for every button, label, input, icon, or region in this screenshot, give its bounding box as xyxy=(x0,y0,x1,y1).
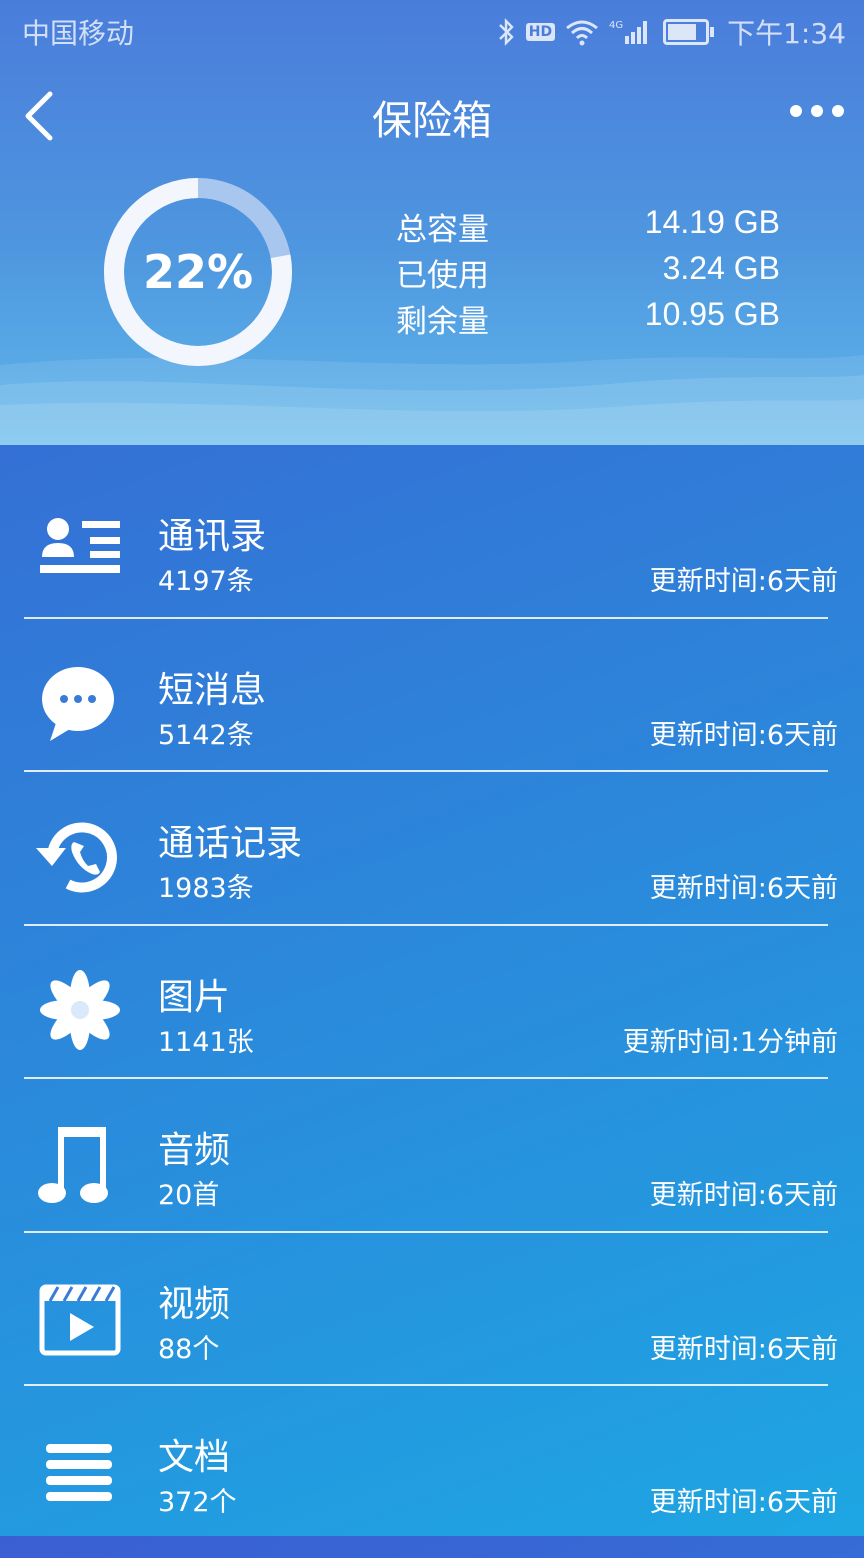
document-icon xyxy=(46,1444,112,1501)
stat-value: 14.19 GB xyxy=(644,204,780,240)
list-item-contacts[interactable]: 通讯录 4197条 更新时间:6天前 xyxy=(0,483,864,637)
list-item-videos[interactable]: 视频 88个 更新时间:6天前 xyxy=(0,1251,864,1405)
more-dot xyxy=(790,105,802,117)
divider xyxy=(24,1384,828,1386)
contacts-icon xyxy=(40,518,120,573)
status-bar: 中国移动 HD 4G 下午1:34 xyxy=(0,0,864,60)
network-type-label: 4G xyxy=(609,20,623,31)
more-dot xyxy=(811,105,823,117)
item-count: 372个 xyxy=(158,1487,237,1518)
item-title: 文档 xyxy=(158,1437,231,1478)
item-count: 88个 xyxy=(158,1333,220,1365)
item-count: 5142条 xyxy=(158,719,254,751)
bluetooth-icon xyxy=(498,18,514,46)
stat-label: 剩余量 xyxy=(396,304,489,340)
flower-icon xyxy=(40,969,120,1050)
divider xyxy=(24,770,828,772)
stat-label: 总容量 xyxy=(396,212,489,248)
item-updated: 更新时间:6天前 xyxy=(649,873,838,904)
more-dot xyxy=(832,105,844,117)
divider xyxy=(24,923,828,926)
item-updated: 更新时间:1分钟前 xyxy=(622,1026,838,1058)
video-icon xyxy=(39,1284,121,1355)
item-title: 短消息 xyxy=(158,669,267,711)
stat-label: 已使用 xyxy=(396,258,489,294)
stat-value: 3.24 GB xyxy=(662,250,780,286)
stat-used: 已使用 3.24 GB xyxy=(396,250,786,296)
header-area: 中国移动 HD 4G 下午1:34 保险箱 22% 总容量 14.19 GB 已… xyxy=(0,0,864,445)
storage-ring: 22% xyxy=(102,176,294,368)
divider xyxy=(24,1230,828,1233)
item-updated: 更新时间:6天前 xyxy=(649,1487,838,1518)
carrier-name: 中国移动 xyxy=(22,17,135,50)
music-note-icon xyxy=(38,1127,108,1203)
battery-icon xyxy=(663,19,715,45)
item-updated: 更新时间:6天前 xyxy=(649,719,838,751)
list-item-photos[interactable]: 图片 1141张 更新时间:1分钟前 xyxy=(0,944,864,1098)
divider xyxy=(24,616,828,619)
stat-total: 总容量 14.19 GB xyxy=(396,204,786,250)
list-item-documents[interactable]: 文档 372个 更新时间:6天前 xyxy=(0,1404,864,1558)
message-icon xyxy=(42,666,114,741)
item-title: 音频 xyxy=(158,1130,231,1171)
item-count: 4197条 xyxy=(158,566,254,597)
status-icons: HD 4G 下午1:34 xyxy=(496,12,846,52)
item-title: 视频 xyxy=(158,1283,231,1325)
call-history-icon xyxy=(36,822,117,893)
item-updated: 更新时间:6天前 xyxy=(649,1333,838,1365)
page-title: 保险箱 xyxy=(372,98,492,144)
stat-remaining: 剩余量 10.95 GB xyxy=(396,296,786,342)
hd-icon: HD xyxy=(525,23,556,41)
divider xyxy=(24,1077,828,1079)
more-button[interactable] xyxy=(790,96,844,126)
top-nav: 保险箱 xyxy=(0,80,864,150)
list-item-messages[interactable]: 短消息 5142条 更新时间:6天前 xyxy=(0,637,864,791)
item-title: 通话记录 xyxy=(158,823,303,864)
backup-category-list: 通讯录 4197条 更新时间:6天前 短消息 5142条 更新时间:6天前 通话… xyxy=(0,483,864,1558)
list-item-audio[interactable]: 音频 20首 更新时间:6天前 xyxy=(0,1097,864,1251)
item-updated: 更新时间:6天前 xyxy=(649,1180,838,1211)
stat-value: 10.95 GB xyxy=(644,296,780,332)
item-title: 图片 xyxy=(158,976,231,1018)
item-count: 20首 xyxy=(158,1180,220,1211)
wifi-icon xyxy=(566,20,599,46)
item-updated: 更新时间:6天前 xyxy=(649,566,838,597)
clock: 下午1:34 xyxy=(727,17,846,50)
storage-stats: 总容量 14.19 GB 已使用 3.24 GB 剩余量 10.95 GB xyxy=(396,204,786,342)
item-title: 通讯录 xyxy=(158,516,267,557)
usage-percent: 22% xyxy=(142,245,254,299)
item-count: 1983条 xyxy=(158,873,254,904)
signal-icon: 4G xyxy=(609,20,648,44)
list-item-call-log[interactable]: 通话记录 1983条 更新时间:6天前 xyxy=(0,790,864,944)
item-count: 1141张 xyxy=(158,1026,254,1058)
